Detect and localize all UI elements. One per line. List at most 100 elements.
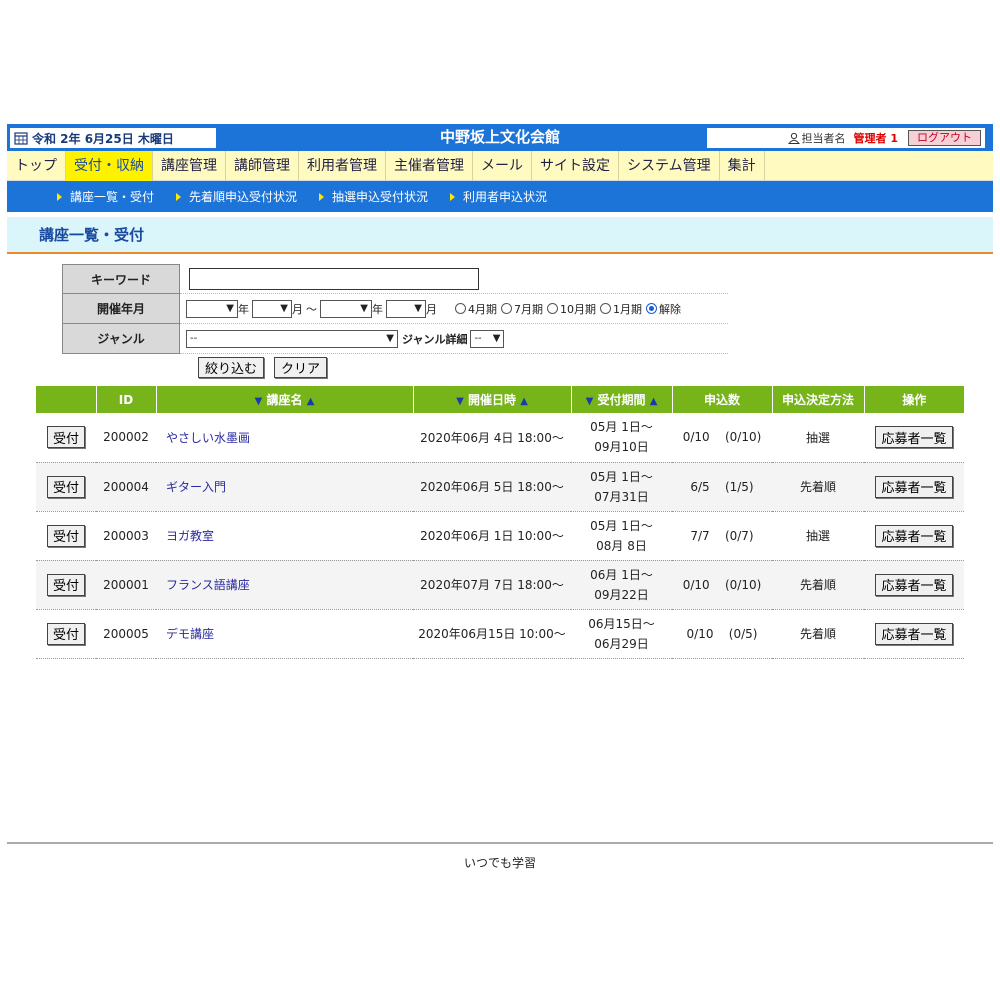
course-method: 抽選: [772, 511, 864, 561]
count-main: 7/7: [690, 528, 710, 543]
course-id: 200004: [96, 462, 156, 512]
period-radio-july[interactable]: [501, 303, 512, 314]
sort-asc-icon[interactable]: ▲: [650, 396, 658, 407]
course-count: 7/7 (0/7): [672, 511, 772, 561]
filter-button[interactable]: 絞り込む: [198, 357, 265, 378]
course-id: 200005: [96, 609, 156, 659]
applicants-button[interactable]: 応募者一覧: [875, 622, 953, 645]
sort-asc-icon[interactable]: ▲: [307, 396, 315, 407]
table-row: 受付 200003 ヨガ教室 2020年06月 1日 10:00～ 05月 1日…: [36, 511, 964, 561]
subnav-lottery-status[interactable]: 抽選申込受付状況: [319, 188, 428, 205]
subnav-course-list[interactable]: 講座一覧・受付: [57, 188, 154, 205]
keyword-input[interactable]: [189, 267, 479, 290]
nav-aggregation[interactable]: 集計: [720, 151, 765, 181]
genre-select[interactable]: -- ▼: [186, 329, 398, 348]
course-period: 06月15日～ 06月29日: [571, 609, 672, 659]
period-radio-clear[interactable]: [646, 303, 657, 314]
count-sub: (0/10): [724, 430, 762, 445]
period-start: 05月 1日～: [590, 469, 653, 484]
course-name-link[interactable]: ヨガ教室: [156, 511, 413, 561]
col-name-label: 講座名: [266, 393, 303, 407]
period-end: 07月31日: [594, 489, 649, 504]
logout-button[interactable]: ログアウト: [908, 130, 981, 146]
period-start: 06月 1日～: [590, 567, 653, 582]
course-date: 2020年06月 1日 10:00～: [413, 511, 571, 561]
receive-button[interactable]: 受付: [46, 622, 85, 645]
receive-button[interactable]: 受付: [46, 524, 85, 547]
user-icon: [787, 132, 800, 144]
course-date: 2020年06月 4日 18:00～: [413, 413, 571, 463]
applicants-button[interactable]: 応募者一覧: [875, 573, 953, 596]
course-name-link[interactable]: ギター入門: [156, 462, 413, 512]
user-label: 担当者名: [801, 132, 846, 145]
sort-desc-icon[interactable]: ▼: [586, 396, 594, 407]
col-name[interactable]: ▼ 講座名 ▲: [156, 386, 414, 413]
subnav-user-applications[interactable]: 利用者申込状況: [450, 188, 547, 205]
subnav-label: 先着順申込受付状況: [189, 190, 298, 204]
month-from-select[interactable]: ▼: [252, 299, 292, 318]
count-main: 0/10: [686, 626, 714, 641]
course-period: 06月 1日～ 09月22日: [571, 560, 672, 610]
period-label: 10月期: [560, 302, 596, 316]
period-radio-january[interactable]: [600, 303, 611, 314]
nav-course-management[interactable]: 講座管理: [153, 151, 226, 181]
nav-user-management[interactable]: 利用者管理: [299, 151, 386, 181]
year-to-select[interactable]: ▼: [320, 299, 372, 318]
genre-label: ジャンル: [62, 324, 180, 354]
nav-site-settings[interactable]: サイト設定: [532, 151, 619, 181]
nav-mail[interactable]: メール: [473, 151, 532, 181]
year-from-select[interactable]: ▼: [186, 299, 238, 318]
nav-reception[interactable]: 受付・収納: [66, 151, 153, 181]
table-row: 受付 200002 やさしい水墨画 2020年06月 4日 18:00～ 05月…: [36, 413, 964, 463]
applicants-button[interactable]: 応募者一覧: [875, 426, 953, 449]
subnav-first-come-status[interactable]: 先着順申込受付状況: [176, 188, 297, 205]
date-display: 令和 2年 6月25日 木曜日: [10, 128, 216, 148]
nav-instructor-management[interactable]: 講師管理: [226, 151, 299, 181]
sort-desc-icon[interactable]: ▼: [255, 396, 263, 407]
genre-value: --: [190, 333, 198, 344]
applicants-button[interactable]: 応募者一覧: [875, 475, 953, 498]
course-name-link[interactable]: やさしい水墨画: [156, 413, 413, 463]
month-to-select[interactable]: ▼: [386, 299, 426, 318]
count-main: 6/5: [690, 479, 710, 494]
genre-detail-select[interactable]: -- ▼: [470, 329, 505, 348]
period-label: 解除: [659, 302, 681, 316]
sort-desc-icon[interactable]: ▼: [456, 396, 464, 407]
col-id: ID: [96, 386, 157, 413]
nav-top[interactable]: トップ: [7, 151, 66, 181]
clear-button[interactable]: クリア: [274, 357, 328, 378]
nav-system-management[interactable]: システム管理: [619, 151, 720, 181]
calendar-icon: [14, 132, 28, 145]
course-id: 200002: [96, 413, 156, 463]
course-table: ID ▼ 講座名 ▲ ▼ 開催日時 ▲ ▼ 受付期間 ▲ 申込数 申込決定方法 …: [36, 386, 964, 659]
main-nav: トップ 受付・収納 講座管理 講師管理 利用者管理 主催者管理 メール サイト設…: [7, 151, 993, 181]
course-name-link[interactable]: フランス語講座: [156, 560, 413, 610]
period-label: 1月期: [613, 302, 642, 316]
period-radio-october[interactable]: [547, 303, 558, 314]
month-unit: 月: [426, 302, 437, 316]
course-id: 200003: [96, 511, 156, 561]
course-count: 0/10 (0/5): [672, 609, 772, 659]
col-date[interactable]: ▼ 開催日時 ▲: [413, 386, 572, 413]
receive-button[interactable]: 受付: [46, 573, 85, 596]
date-text: 令和 2年 6月25日 木曜日: [32, 131, 174, 146]
course-name-link[interactable]: デモ講座: [156, 609, 413, 659]
table-row: 受付 200001 フランス語講座 2020年07月 7日 18:00～ 06月…: [36, 560, 964, 610]
nav-organizer-management[interactable]: 主催者管理: [386, 151, 473, 181]
period-label: 4月期: [468, 302, 497, 316]
col-period[interactable]: ▼ 受付期間 ▲: [571, 386, 673, 413]
period-end: 06月29日: [594, 636, 649, 651]
period-end: 08月 8日: [596, 538, 647, 553]
arrow-right-icon: [57, 192, 62, 201]
course-period: 05月 1日～ 08月 8日: [571, 511, 672, 561]
sort-asc-icon[interactable]: ▲: [520, 396, 528, 407]
subnav-label: 講座一覧・受付: [70, 190, 155, 204]
col-count: 申込数: [672, 386, 773, 413]
period-radio-april[interactable]: [455, 303, 466, 314]
subnav-label: 利用者申込状況: [463, 190, 548, 204]
receive-button[interactable]: 受付: [46, 426, 85, 449]
footer-text: いつでも学習: [463, 856, 536, 870]
applicants-button[interactable]: 応募者一覧: [875, 524, 953, 547]
count-main: 0/10: [682, 430, 710, 445]
receive-button[interactable]: 受付: [46, 475, 85, 498]
